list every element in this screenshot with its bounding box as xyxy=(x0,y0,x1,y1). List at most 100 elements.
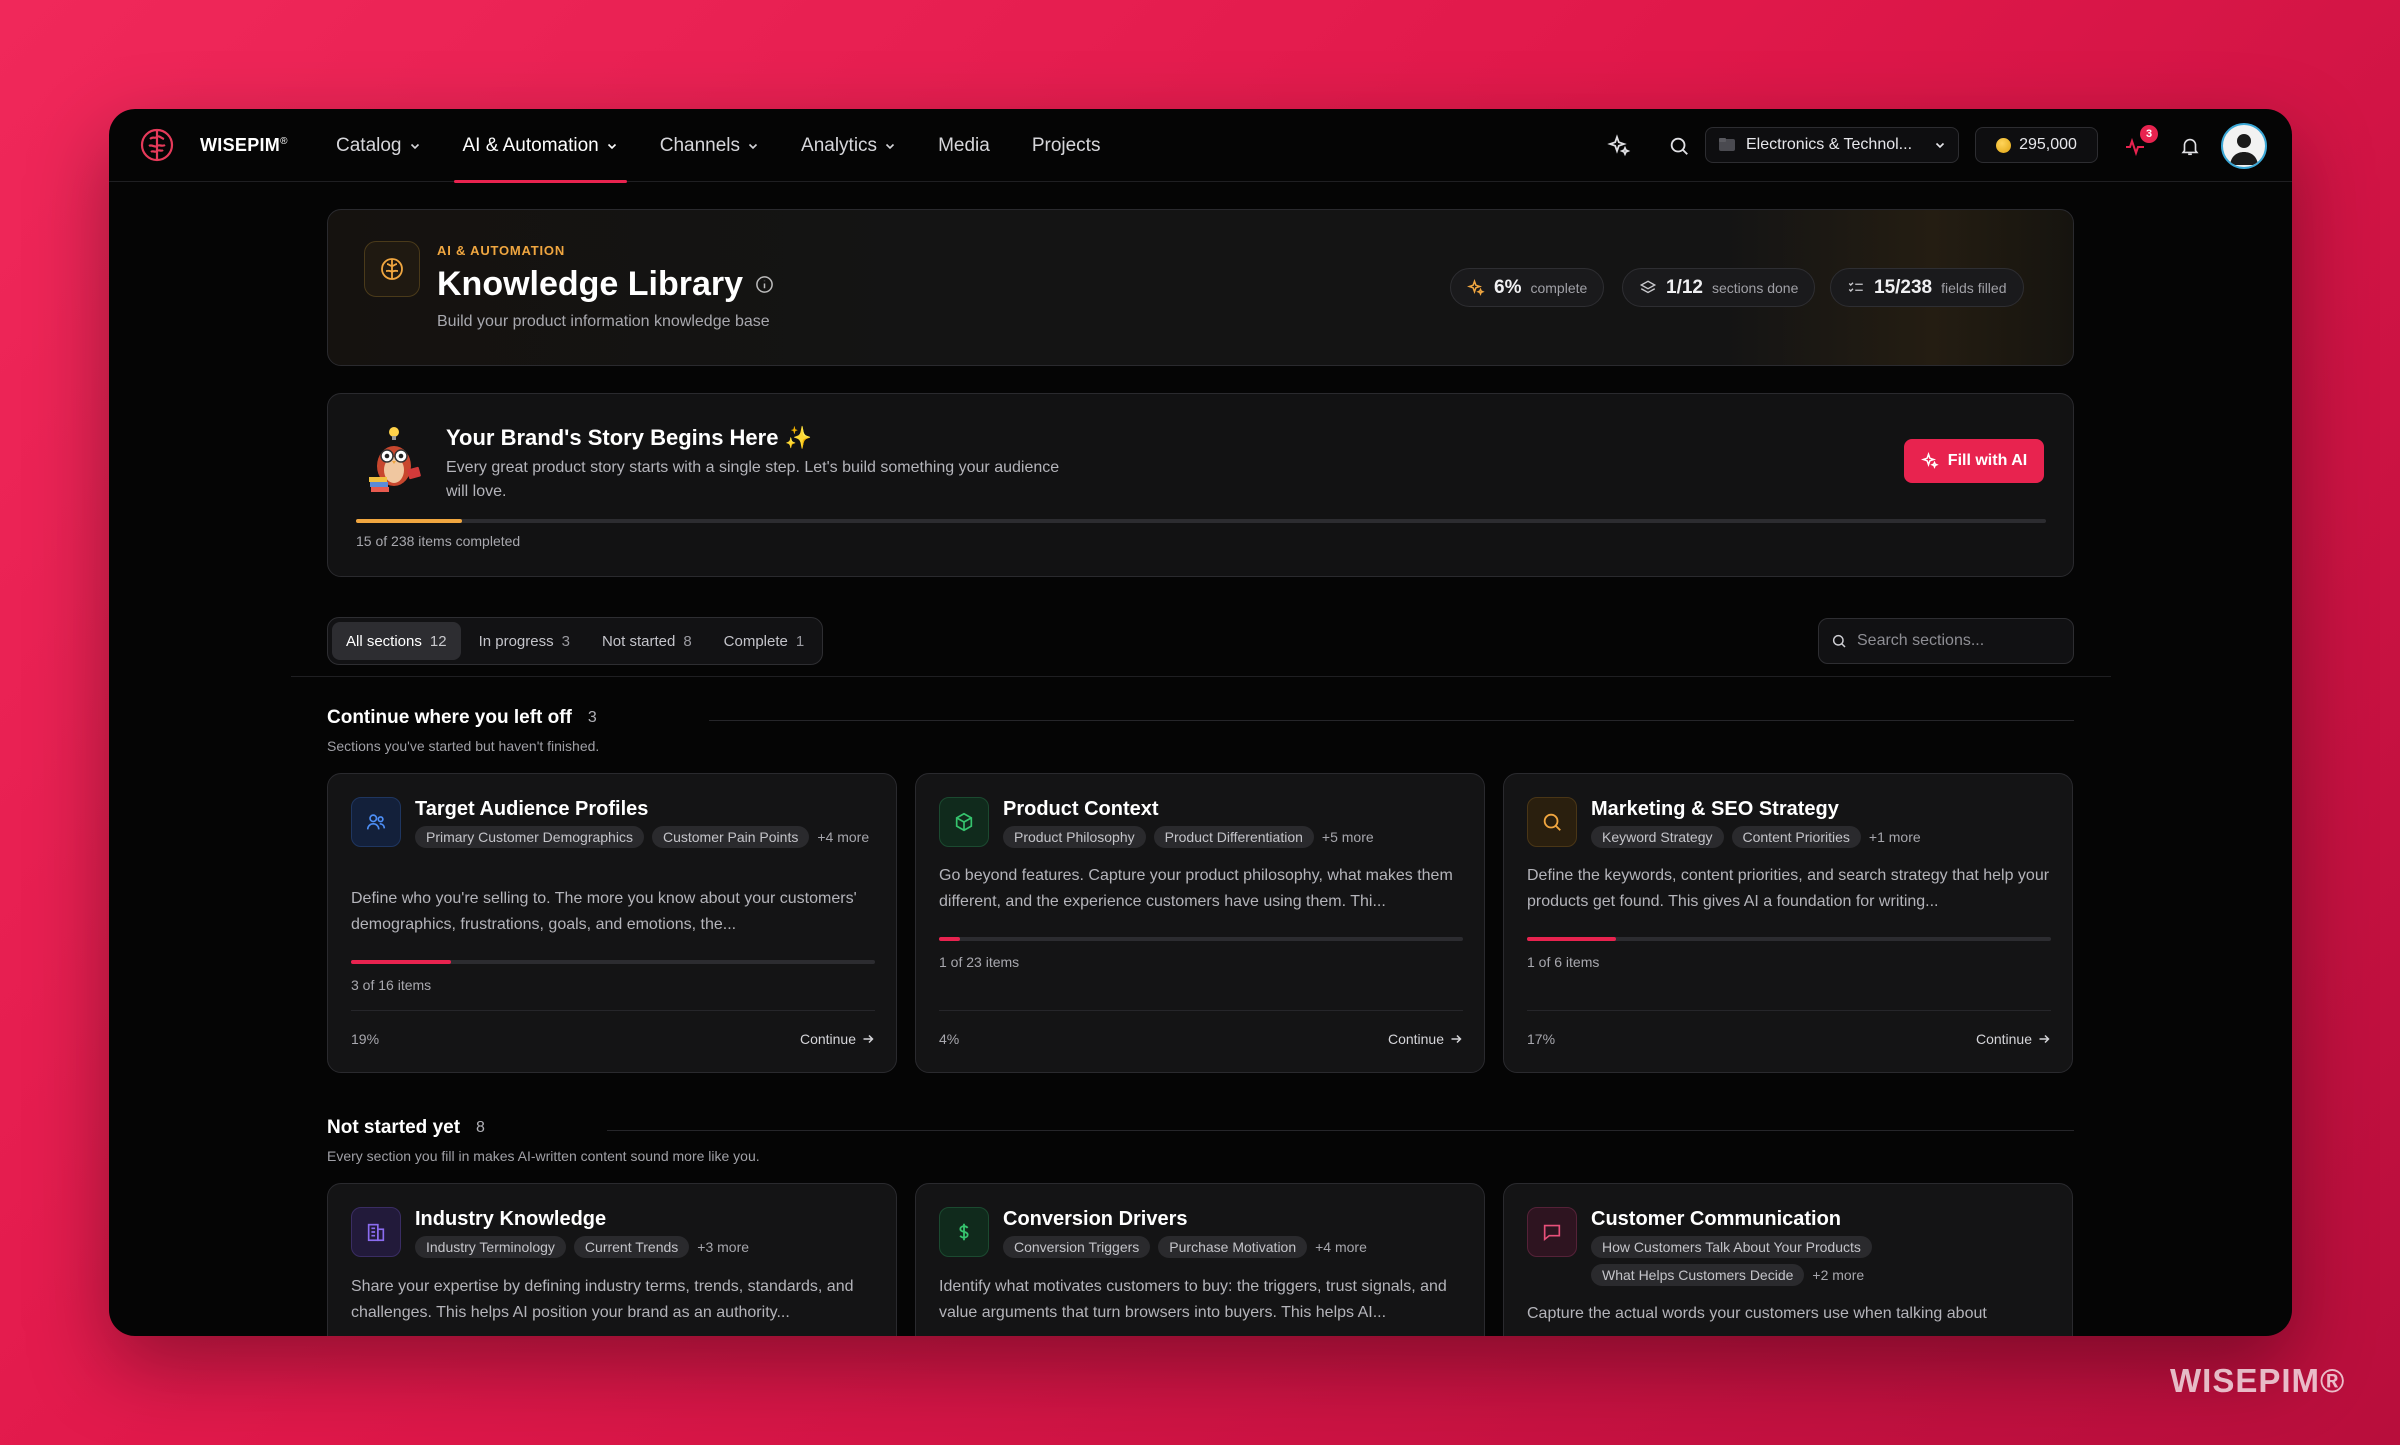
chevron-down-icon xyxy=(410,143,419,149)
credits-balance[interactable]: 295,000 xyxy=(1975,127,2098,163)
nav-catalog[interactable]: Catalog xyxy=(315,109,442,182)
section-filter-tabs: All sections 12 In progress 3 Not started 8… xyxy=(327,617,824,665)
notifications-button[interactable] xyxy=(2171,127,2209,165)
stat-value: 15/238 xyxy=(1874,276,1933,298)
card-progress-fill xyxy=(939,937,960,941)
chevron-down-icon xyxy=(1935,142,1945,149)
tag: Keyword Strategy xyxy=(1591,826,1724,848)
card-tags: How Customers Talk About Your Products W… xyxy=(1591,1236,2051,1286)
stat-sections-done: 1/12 sections done xyxy=(1622,268,1816,307)
tab-label: Complete xyxy=(723,632,788,650)
notification-badge: 3 xyxy=(2140,125,2158,143)
card-description: Go beyond features. Capture your product… xyxy=(939,867,1453,910)
divider xyxy=(291,676,2111,677)
coin-icon xyxy=(1996,137,2012,153)
ai-sparkle-button[interactable] xyxy=(1600,127,1638,165)
card-progress-bar xyxy=(939,937,1463,941)
tab-count: 12 xyxy=(429,632,447,650)
tag: Purchase Motivation xyxy=(1158,1236,1308,1258)
owl-mascot-illustration xyxy=(364,424,424,494)
search-icon xyxy=(1527,797,1577,847)
story-progress-fill xyxy=(356,519,463,523)
section-card[interactable]: Industry Knowledge Industry Terminology … xyxy=(327,1183,897,1336)
tag: Primary Customer Demographics xyxy=(415,826,644,848)
section-card[interactable]: Conversion Drivers Conversion Triggers P… xyxy=(915,1183,1485,1336)
main-content: AI & AUTOMATION Knowledge Library Build … xyxy=(109,183,2292,1336)
tag: How Customers Talk About Your Products xyxy=(1591,1236,1872,1258)
stat-value: 6% xyxy=(1494,276,1522,298)
section-count: 3 xyxy=(587,709,597,726)
card-tags: Keyword Strategy Content Priorities +1 m… xyxy=(1591,826,2051,848)
sparkle-icon xyxy=(1920,452,1939,469)
divider xyxy=(709,720,2074,721)
chevron-down-icon xyxy=(885,143,895,149)
divider xyxy=(1527,1010,2051,1011)
search-sections-input[interactable]: Search sections... xyxy=(1818,618,2074,664)
nav-analytics[interactable]: Analytics xyxy=(780,109,917,182)
sparkle-icon xyxy=(1467,278,1485,296)
tag: Current Trends xyxy=(573,1236,690,1258)
tab-in-progress[interactable]: In progress 3 xyxy=(465,622,584,660)
nav-projects[interactable]: Projects xyxy=(1011,109,1122,182)
nav-label: AI & Automation xyxy=(462,134,599,156)
not-started-section-heading: Not started yet 8 xyxy=(327,1117,485,1139)
nav-media[interactable]: Media xyxy=(917,109,1011,182)
continue-button[interactable]: Continue xyxy=(1388,1031,1462,1047)
page-subtitle: Build your product information knowledge… xyxy=(437,313,770,330)
card-items-count: 1 of 23 items xyxy=(939,954,1020,970)
section-card[interactable]: Product Context Product Philosophy Produ… xyxy=(915,773,1485,1073)
tab-all-sections[interactable]: All sections 12 xyxy=(332,622,461,660)
building-icon xyxy=(351,1207,401,1257)
tag: Content Priorities xyxy=(1731,826,1861,848)
tab-label: All sections xyxy=(346,632,422,650)
activity-button[interactable]: 3 xyxy=(2116,125,2158,165)
nav-ai-automation[interactable]: AI & Automation xyxy=(442,109,639,183)
info-icon[interactable] xyxy=(755,275,774,294)
card-items-count: 1 of 6 items xyxy=(1527,954,1600,970)
nav-channels[interactable]: Channels xyxy=(639,109,780,182)
card-title: Marketing & SEO Strategy xyxy=(1591,798,1839,820)
tab-complete[interactable]: Complete 1 xyxy=(710,622,819,660)
section-card[interactable]: Marketing & SEO Strategy Keyword Strateg… xyxy=(1503,773,2073,1073)
tab-not-started[interactable]: Not started 8 xyxy=(588,622,706,660)
section-card[interactable]: Customer Communication How Customers Tal… xyxy=(1503,1183,2073,1336)
continue-button[interactable]: Continue xyxy=(1976,1031,2050,1047)
story-description: Every great product story starts with a … xyxy=(446,459,1060,500)
users-icon xyxy=(351,797,401,847)
bell-icon xyxy=(2181,138,2199,156)
card-progress-bar xyxy=(351,960,875,964)
card-tags: Primary Customer Demographics Customer P… xyxy=(415,826,875,848)
card-percent: 4% xyxy=(939,1031,960,1047)
search-icon xyxy=(1832,634,1846,648)
chat-icon xyxy=(1527,1207,1577,1257)
tag: What Helps Customers Decide xyxy=(1591,1264,1805,1286)
dollar-icon xyxy=(939,1207,989,1257)
layers-icon xyxy=(1639,279,1657,293)
folder-icon xyxy=(1719,138,1735,151)
continue-section-heading: Continue where you left off 3 xyxy=(327,707,597,729)
card-title: Industry Knowledge xyxy=(415,1208,607,1230)
nav-label: Channels xyxy=(659,134,741,156)
workspace-select[interactable]: Electronics & Technol... xyxy=(1705,127,1959,163)
brain-logo-icon[interactable] xyxy=(137,125,177,165)
card-title: Conversion Drivers xyxy=(1003,1208,1188,1230)
credits-value: 295,000 xyxy=(2019,136,2077,153)
card-progress-fill xyxy=(1527,937,1617,941)
more-tags: +4 more xyxy=(817,829,870,845)
main-nav: Catalog AI & Automation Channels Analyti… xyxy=(315,109,1122,183)
card-description: Define who you're selling to. The more y… xyxy=(351,890,857,933)
more-tags: +5 more xyxy=(1321,829,1374,845)
user-avatar[interactable] xyxy=(2221,123,2267,169)
global-search-button[interactable] xyxy=(1660,127,1698,165)
section-card[interactable]: Target Audience Profiles Primary Custome… xyxy=(327,773,897,1073)
section-title: Not started yet xyxy=(327,1117,461,1138)
more-tags: +2 more xyxy=(1812,1267,1865,1283)
brand-name[interactable]: WISEPIM® xyxy=(200,135,288,156)
stat-fields-filled: 15/238 fields filled xyxy=(1830,268,2024,307)
page-title-text: Knowledge Library xyxy=(437,265,744,303)
continue-label: Continue xyxy=(799,1031,856,1047)
continue-button[interactable]: Continue xyxy=(800,1031,874,1047)
card-progress-bar xyxy=(1527,937,2051,941)
stat-label: complete xyxy=(1530,279,1588,296)
fill-with-ai-button[interactable]: Fill with AI xyxy=(1904,439,2044,483)
